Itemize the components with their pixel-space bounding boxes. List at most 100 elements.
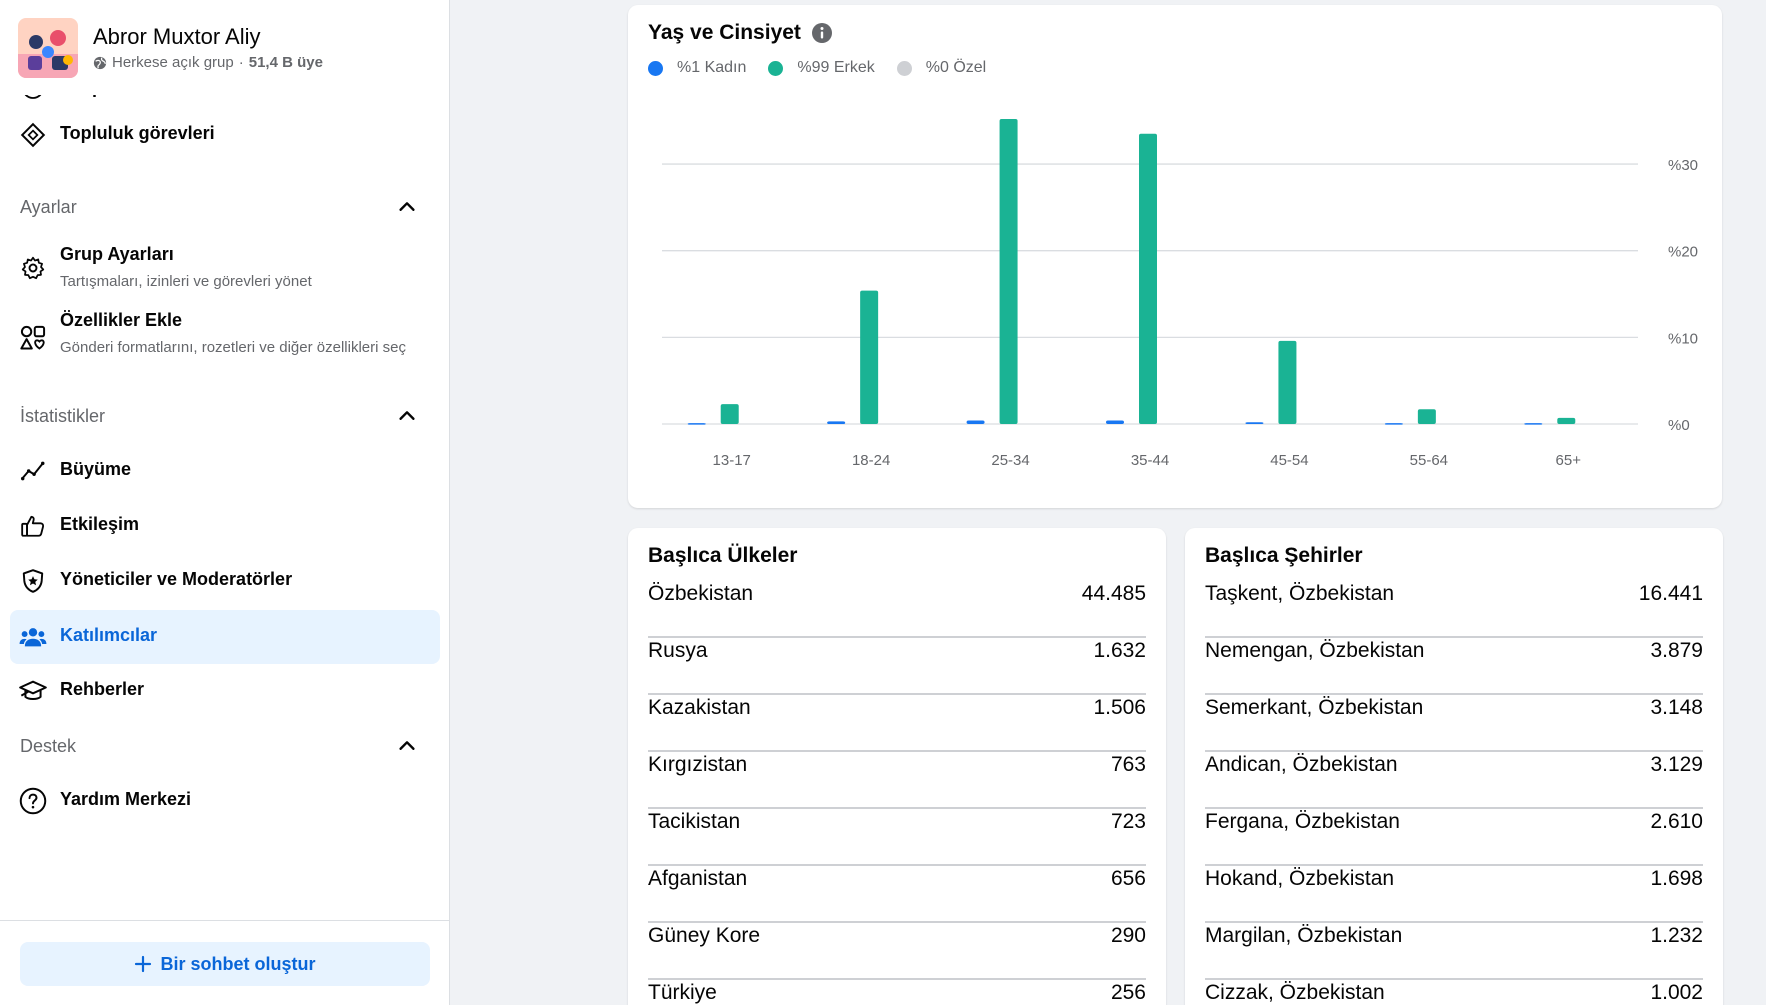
sidebar-item-participants[interactable]: Katılımcılar <box>10 610 440 664</box>
section-title: İstatistikler <box>20 405 106 426</box>
legend-item-male[interactable]: %99 Erkek <box>768 59 875 77</box>
gear-icon <box>19 254 47 282</box>
chevron-up-icon[interactable] <box>396 735 418 757</box>
chevron-up-icon[interactable] <box>396 196 418 218</box>
bar-male-18-24[interactable] <box>860 290 879 424</box>
top-countries-card: Başlıca Ülkeler Özbekistan 44.485 Rusya 1.6… <box>628 528 1166 1005</box>
sidebar-item-label: Rehberler <box>60 679 145 699</box>
section-statistics[interactable]: İstatistikler <box>20 401 420 431</box>
sidebar-item-group-settings[interactable]: Grup Ayarları Tartışmaları, izinleri ve … <box>10 238 440 300</box>
sidebar-item-growth[interactable]: Büyüme <box>10 448 440 494</box>
list-item-name: Afganistan <box>648 867 748 890</box>
group-member-count[interactable]: 51,4 B üye <box>249 54 323 71</box>
list-item-value: 16.441 <box>1638 582 1703 605</box>
list-item-value: 1.002 <box>1650 981 1703 1004</box>
bar-male-35-44[interactable] <box>1139 133 1157 425</box>
sidebar-item-add-features[interactable]: Özellikler Ekle Gönderi formatlarını, ro… <box>10 306 440 388</box>
sidebar-item-description: Gönderi formatlarını, rozetleri ve diğer… <box>60 339 406 356</box>
bar-female-35-44[interactable] <box>1106 420 1124 424</box>
sidebar-item-help-center[interactable]: Yardım Merkezi <box>10 778 440 824</box>
legend-dot <box>768 60 784 76</box>
legend-item-custom[interactable]: %0 Özel <box>896 59 986 77</box>
top-cities-list: Taşkent, Özbekistan 16.441 Nemengan, Özbek… <box>1205 581 1703 1005</box>
list-item: Kırgızistan 763 <box>648 752 1146 809</box>
age-gender-card: %0 %10 %20 %30 13-17 18-24 25-34 35-44 45-54 55-6… <box>628 5 1722 508</box>
sidebar-item-label: Yardım Merkezi <box>60 789 192 809</box>
sidebar-footer: Bir sohbet oluştur <box>0 920 449 1005</box>
bar-male-13-17[interactable] <box>720 404 739 424</box>
list-item-name: Rusya <box>648 639 708 662</box>
list-item-value: 3.129 <box>1650 753 1703 776</box>
graduation-cap-icon <box>19 677 47 705</box>
legend-label: %99 Erkek <box>797 59 875 76</box>
create-chat-button[interactable]: Bir sohbet oluştur <box>20 942 430 986</box>
trend-line-icon <box>19 457 47 485</box>
plus-icon <box>135 955 152 973</box>
group-header: Abror Muxtor Aliy Herkese açık grup · 51… <box>0 0 449 95</box>
list-item-name: Cizzak, Özbekistan <box>1205 981 1385 1004</box>
group-meta: Herkese açık grup · 51,4 B üye <box>93 54 323 71</box>
list-item-value: 290 <box>1110 924 1146 947</box>
y-tick-label: %0 <box>1668 417 1690 434</box>
sidebar-item-guides[interactable]: Rehberler <box>10 668 440 714</box>
sidebar-item-label: Özellikler Ekle <box>60 310 183 330</box>
list-item-name: Semerkant, Özbekistan <box>1205 696 1424 719</box>
list-item-name: Hokand, Özbekistan <box>1205 867 1395 890</box>
list-item-name: Kırgızistan <box>648 753 748 776</box>
sidebar-item-engagement[interactable]: Etkileşim <box>10 503 440 549</box>
group-name[interactable]: Abror Muxtor Aliy <box>93 24 323 50</box>
list-item-value: 1.232 <box>1650 924 1703 947</box>
create-chat-label: Bir sohbet oluştur <box>160 953 316 974</box>
list-item-value: 763 <box>1110 753 1146 776</box>
group-avatar[interactable] <box>18 17 78 78</box>
top-cities-title: Başlıca Şehirler <box>1205 544 1363 567</box>
bar-female-25-34[interactable] <box>966 420 985 424</box>
sidebar-item-admins-moderators[interactable]: Yöneticiler ve Moderatörler <box>10 558 440 604</box>
sidebar-item-label: Yöneticiler ve Moderatörler <box>60 569 293 589</box>
section-settings[interactable]: Ayarlar <box>20 192 420 222</box>
legend-dot <box>896 60 912 76</box>
sidebar-item-label: Katılımcılar <box>60 625 158 645</box>
list-item-name: Taşkent, Özbekistan <box>1205 582 1395 605</box>
bar-male-65+[interactable] <box>1557 417 1576 424</box>
list-item-value: 723 <box>1110 810 1146 833</box>
legend-label: %1 Kadın <box>677 59 747 76</box>
list-item: Andican, Özbekistan 3.129 <box>1205 752 1703 809</box>
bar-male-45-54[interactable] <box>1278 340 1297 424</box>
list-item-name: Tacikistan <box>648 810 741 833</box>
bar-male-25-34[interactable] <box>999 119 1018 424</box>
x-tick-label: 35-44 <box>1131 452 1169 469</box>
list-item: Nemengan, Özbekistan 3.879 <box>1205 638 1703 695</box>
list-item: Fergana, Özbekistan 2.610 <box>1205 809 1703 866</box>
bar-female-55-64[interactable] <box>1384 423 1403 425</box>
bar-female-65+[interactable] <box>1524 423 1543 425</box>
shield-star-icon <box>19 567 47 595</box>
group-privacy: Herkese açık grup <box>112 54 234 71</box>
list-item-value: 1.506 <box>1093 696 1146 719</box>
list-item-name: Margilan, Özbekistan <box>1205 924 1403 947</box>
bar-female-18-24[interactable] <box>827 421 846 424</box>
list-item-name: Fergana, Özbekistan <box>1205 810 1400 833</box>
x-tick-label: 55-64 <box>1410 452 1448 469</box>
section-support[interactable]: Destek <box>20 731 420 761</box>
top-countries-list: Özbekistan 44.485 Rusya 1.632 Kazakistan 1.50… <box>648 581 1146 1005</box>
bar-male-55-64[interactable] <box>1417 409 1436 424</box>
age-gender-chart: %0 %10 %20 %30 13-17 18-24 25-34 35-44 45-54 55-6… <box>662 119 1698 469</box>
sidebar-item-community-tasks[interactable]: Topluluk görevleri <box>10 112 440 158</box>
info-icon[interactable] <box>811 22 833 44</box>
bar-female-13-17[interactable] <box>687 423 706 425</box>
list-item-name: Nemengan, Özbekistan <box>1205 639 1425 662</box>
sidebar-item-label: Grup Ayarları <box>60 244 174 264</box>
sidebar: Abror Muxtor Aliy Herkese açık grup · 51… <box>0 0 450 1005</box>
list-item: Margilan, Özbekistan 1.232 <box>1205 923 1703 980</box>
sidebar-item-label: Büyüme <box>60 459 132 479</box>
list-item: Türkiye 256 <box>648 980 1146 1005</box>
top-countries-title: Başlıca Ülkeler <box>648 544 798 567</box>
y-tick-label: %10 <box>1668 330 1698 347</box>
legend-item-female[interactable]: %1 Kadın <box>648 59 746 77</box>
help-circle-icon <box>19 787 47 815</box>
section-title: Destek <box>20 735 77 756</box>
list-item: Cizzak, Özbekistan 1.002 <box>1205 980 1703 1005</box>
chevron-up-icon[interactable] <box>396 405 418 427</box>
bar-female-45-54[interactable] <box>1245 422 1264 424</box>
